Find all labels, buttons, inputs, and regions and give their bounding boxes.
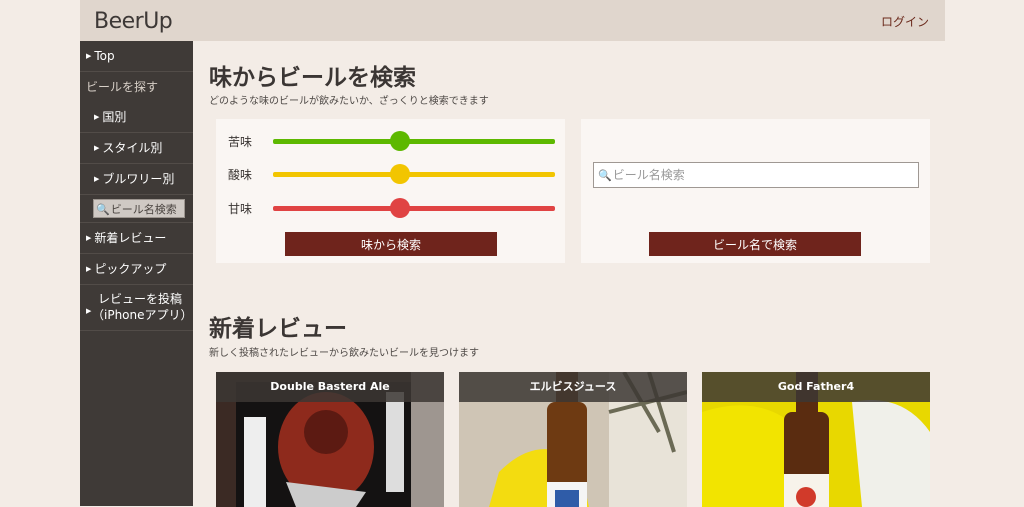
search-icon: 🔍 [96,203,110,216]
logo-text: BeerUp [94,9,173,34]
taste-search-panel: 苦味酸味甘味 味から検索 [216,119,565,263]
triangle-icon: ▶ [86,265,92,273]
review-card-title: エルビスジュース [459,372,687,402]
triangle-icon: ▶ [86,234,92,242]
taste-search-button[interactable]: 味から検索 [285,232,497,256]
taste-slider-label: 酸味 [228,168,253,182]
logo[interactable]: BeerUp [94,9,173,34]
review-card-title: Double Basterd Ale [216,372,444,402]
taste-search-subtitle: どのような味のビールが飲みたいか、ざっくりと検索できます [209,96,489,107]
name-search-panel: 🔍ビール名検索 ビール名で検索 [581,119,930,263]
slider-thumb[interactable] [389,131,410,151]
taste-slider[interactable]: 甘味 [228,198,558,218]
sidebar-heading-find: ビールを探す [86,80,159,94]
review-card[interactable]: エルビスジュース [459,372,687,507]
new-reviews-title: 新着レビュー [209,316,347,342]
slider-track[interactable] [273,172,555,177]
review-card-title: God Father4 [702,372,930,402]
header: BeerUp ログイン [80,0,945,41]
sidebar-item-pickup[interactable]: ▶ ピックアップ [80,254,193,285]
taste-search-title: 味からビールを検索 [209,65,416,91]
slider-track[interactable] [273,139,555,144]
name-search-button[interactable]: ビール名で検索 [649,232,861,256]
taste-slider-label: 甘味 [228,202,253,216]
sidebar-item-brewery[interactable]: ▶ ブルワリー別 [80,164,193,195]
triangle-icon: ▶ [94,175,100,183]
review-card[interactable]: God Father4 [702,372,930,507]
taste-slider-label: 苦味 [228,135,253,149]
slider-track[interactable] [273,206,555,211]
page: BeerUp ログイン ▶ Top ビールを探す ▶ 国別 ▶ スタイル別 ▶ ブルワリ… [80,0,945,507]
sidebar-item-new-reviews[interactable]: ▶ 新着レビュー [80,222,193,254]
sidebar-item-country[interactable]: ▶ 国別 [80,102,193,133]
sidebar-item-top[interactable]: ▶ Top [80,41,193,72]
sidebar-item-style[interactable]: ▶ スタイル別 [80,133,193,164]
triangle-icon: ▶ [86,307,92,315]
review-card[interactable]: Double Basterd Ale [216,372,444,507]
slider-thumb[interactable] [389,198,410,218]
sidebar-item-post-review[interactable]: ▶ レビューを投稿 （iPhoneアプリ） [80,285,193,331]
taste-slider[interactable]: 苦味 [228,131,558,151]
beer-name-search-input[interactable]: 🔍ビール名検索 [593,162,919,188]
new-reviews-subtitle: 新しく投稿されたレビューから飲みたいビールを見つけます [209,348,479,359]
sidebar-search-input[interactable]: 🔍ビール名検索 [93,199,185,218]
sidebar: ▶ Top ビールを探す ▶ 国別 ▶ スタイル別 ▶ ブルワリー別 🔍ビール名検索 ▶… [80,41,193,506]
triangle-icon: ▶ [94,113,100,121]
slider-thumb[interactable] [389,164,410,184]
taste-slider[interactable]: 酸味 [228,164,558,184]
login-link[interactable]: ログイン [881,13,929,30]
triangle-icon: ▶ [86,52,92,60]
triangle-icon: ▶ [94,144,100,152]
search-icon: 🔍 [598,169,612,182]
